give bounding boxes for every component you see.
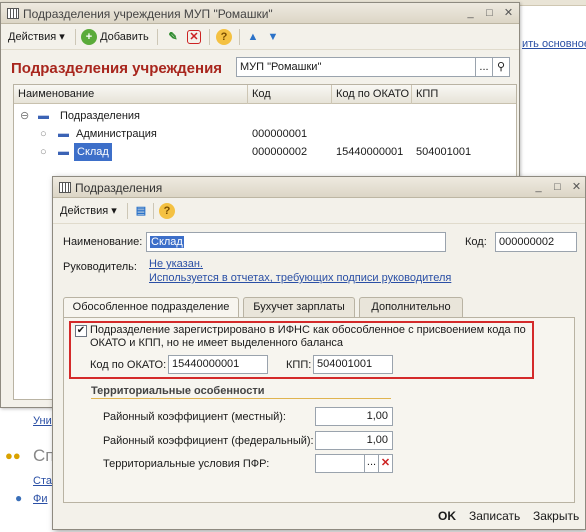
group-icon: ▬ xyxy=(38,110,49,122)
search-icon[interactable]: ⚲ xyxy=(492,57,510,77)
select-button[interactable]: ... xyxy=(364,454,379,473)
delete-button[interactable]: ✕ xyxy=(187,28,201,46)
table-row[interactable]: ○ ▬ Склад 000000002 15440000001 50400100… xyxy=(14,143,516,161)
background-link[interactable]: Уни xyxy=(33,415,52,427)
background-link[interactable]: ить основное xyxy=(522,38,586,50)
regional-local-field[interactable]: 1,00 xyxy=(315,407,393,426)
close-icon[interactable]: ✕ xyxy=(569,180,584,195)
tab-payroll-accounting[interactable]: Бухучет зарплаты xyxy=(243,297,355,317)
minimize-icon[interactable]: _ xyxy=(531,180,546,195)
tab-separate-division[interactable]: Обособленное подразделение xyxy=(63,297,239,318)
organization-field[interactable]: МУП "Ромашки" xyxy=(236,57,476,77)
arrow-down-icon: ▼ xyxy=(267,31,279,44)
item-icon: ▬ xyxy=(58,146,69,158)
row-name: Подразделения xyxy=(60,110,140,122)
pfr-field[interactable] xyxy=(315,454,365,473)
window-title: Подразделения xyxy=(75,181,163,195)
kpp-label: КПП: xyxy=(286,359,312,371)
row-code: 000000001 xyxy=(252,128,308,140)
select-button[interactable]: ... xyxy=(475,57,493,77)
titlebar: Подразделения _ □ ✕ xyxy=(53,177,585,198)
name-field[interactable]: Склад xyxy=(146,232,446,252)
regional-federal-field[interactable]: 1,00 xyxy=(315,431,393,450)
regional-local-label: Районный коэффициент (местный): xyxy=(103,411,286,423)
regional-federal-label: Районный коэффициент (федеральный): xyxy=(103,435,314,447)
window-title: Подразделения учреждения МУП "Ромашки" xyxy=(23,7,273,21)
actions-menu[interactable]: Действия ▾ xyxy=(60,202,117,220)
help-button[interactable]: ? xyxy=(159,202,175,220)
clear-icon[interactable]: ✕ xyxy=(378,454,393,473)
table-icon xyxy=(59,182,71,193)
item-icon: ▬ xyxy=(58,128,69,140)
page-title: Подразделения учреждения xyxy=(11,60,223,77)
okato-label: Код по ОКАТО: xyxy=(90,359,167,371)
minimize-icon[interactable]: _ xyxy=(463,6,478,21)
row-name-selected: Склад xyxy=(74,143,112,161)
row-kpp: 504001001 xyxy=(416,146,472,158)
plus-icon: + xyxy=(81,29,97,46)
toolbar: Действия ▾ + Добавить ✎ ✕ ? ▲ ▼ xyxy=(1,24,519,50)
checkbox-text-line1: Подразделение зарегистрировано в ИФНС ка… xyxy=(90,324,526,336)
table-header: Наименование Код Код по ОКАТО КПП xyxy=(14,85,516,104)
row-name: Администрация xyxy=(76,128,157,140)
help-button[interactable]: ? xyxy=(216,28,232,46)
hierarchy-icon: ▤ xyxy=(135,205,147,218)
manager-hint-link[interactable]: Используется в отчетах, требующих подпис… xyxy=(149,272,451,284)
table-icon xyxy=(7,8,19,19)
add-button[interactable]: + Добавить xyxy=(81,28,149,46)
tab-additional[interactable]: Дополнительно xyxy=(359,297,463,317)
move-down-button[interactable]: ▼ xyxy=(265,28,281,46)
delete-icon: ✕ xyxy=(187,30,201,45)
separate-division-checkbox[interactable]: ✔ xyxy=(75,325,87,337)
arrow-up-icon: ▲ xyxy=(247,31,259,44)
code-label: Код: xyxy=(465,236,487,248)
structure-button[interactable]: ▤ xyxy=(133,202,149,220)
manager-label: Руководитель: xyxy=(63,261,137,273)
pfr-label: Территориальные условия ПФР: xyxy=(103,458,270,470)
maximize-icon[interactable]: □ xyxy=(482,6,497,21)
column-kpp[interactable]: КПП xyxy=(412,85,516,104)
status-icon: ○ xyxy=(40,128,47,140)
titlebar: Подразделения учреждения МУП "Ромашки" _… xyxy=(1,3,519,24)
column-okato[interactable]: Код по ОКАТО xyxy=(332,85,412,104)
help-icon: ? xyxy=(159,203,175,220)
help-icon: ? xyxy=(216,29,232,46)
toolbar: Действия ▾ ▤ ? xyxy=(53,198,585,224)
status-icon: ○ xyxy=(40,146,47,158)
heading-underline xyxy=(91,398,391,399)
person-icon: ● xyxy=(15,491,23,505)
code-field[interactable]: 000000002 xyxy=(495,232,577,252)
territorial-heading: Территориальные особенности xyxy=(91,385,265,397)
row-okato: 15440000001 xyxy=(336,146,404,158)
table-row[interactable]: ○ ▬ Администрация 000000001 xyxy=(14,125,516,143)
row-code: 000000002 xyxy=(252,146,308,158)
department-form-window: Подразделения _ □ ✕ Действия ▾ ▤ ? Наиме… xyxy=(52,176,586,530)
close-button[interactable]: Закрыть xyxy=(533,509,579,523)
table-row[interactable]: ⊖ ▬ Подразделения xyxy=(14,107,516,125)
maximize-icon[interactable]: □ xyxy=(550,180,565,195)
kpp-field[interactable]: 504001001 xyxy=(313,355,393,374)
column-code[interactable]: Код xyxy=(248,85,332,104)
checkbox-text-line2: ОКАТО и КПП, но не имеет выделенного бал… xyxy=(90,337,344,349)
group-icon: ●● xyxy=(5,448,21,463)
ok-button[interactable]: OK xyxy=(438,509,456,523)
move-up-button[interactable]: ▲ xyxy=(245,28,261,46)
name-label: Наименование: xyxy=(63,236,143,248)
background-link[interactable]: Фи xyxy=(33,493,48,505)
close-icon[interactable]: ✕ xyxy=(501,6,516,21)
background-link[interactable]: Ста xyxy=(33,475,52,487)
manager-link[interactable]: Не указан. xyxy=(149,258,203,270)
okato-field[interactable]: 15440000001 xyxy=(168,355,268,374)
column-name[interactable]: Наименование xyxy=(14,85,248,104)
pencil-icon: ✎ xyxy=(168,31,178,44)
edit-button[interactable]: ✎ xyxy=(165,28,181,46)
collapse-icon[interactable]: ⊖ xyxy=(20,107,29,125)
save-button[interactable]: Записать xyxy=(469,509,520,523)
actions-menu[interactable]: Действия ▾ xyxy=(8,28,65,46)
